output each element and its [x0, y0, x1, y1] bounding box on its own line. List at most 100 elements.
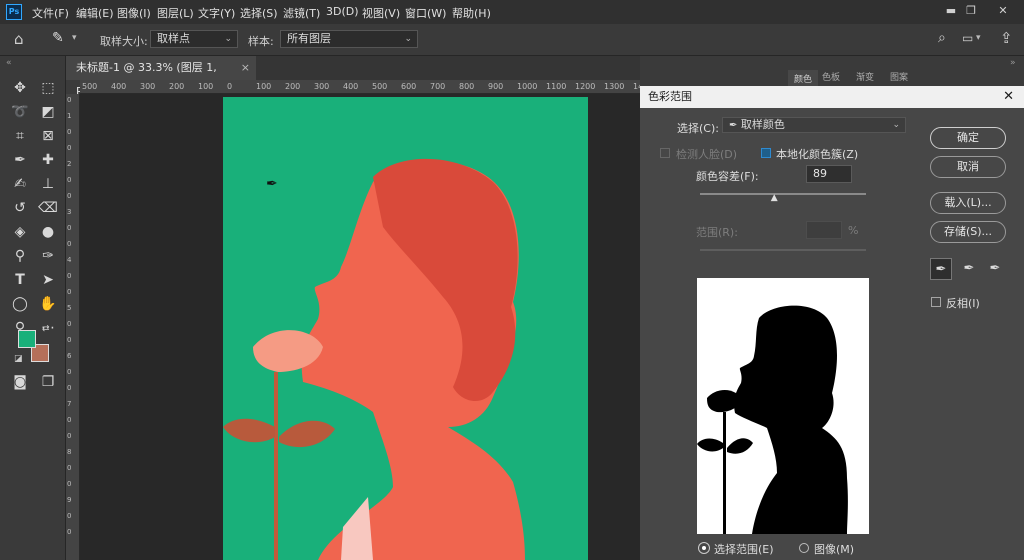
- eyedropper-icon[interactable]: ✒: [8, 150, 32, 170]
- dialog-titlebar: 色彩范围 ✕: [640, 86, 1024, 108]
- ruler-v-tick: 1: [67, 112, 72, 120]
- workspace-icon[interactable]: ▭: [962, 31, 973, 45]
- ok-button[interactable]: 确定: [930, 127, 1006, 149]
- cancel-button[interactable]: 取消: [930, 156, 1006, 178]
- lasso-tool-icon[interactable]: ➰: [8, 102, 32, 122]
- portrait-image: [223, 158, 525, 560]
- select-dropdown[interactable]: ✒ 取样颜色 ⌄: [722, 117, 906, 133]
- menu-select[interactable]: 选择(S): [240, 5, 278, 21]
- menu-window[interactable]: 窗口(W): [405, 5, 446, 21]
- ruler-v-tick: 0: [67, 480, 72, 488]
- tool-preset-chevron-icon[interactable]: ▾: [72, 33, 77, 43]
- ruler-v-tick: 6: [67, 352, 72, 360]
- eyedropper-sample-icon[interactable]: ✒: [930, 258, 952, 280]
- pen-tool-icon[interactable]: ✑: [36, 246, 60, 266]
- canvas-area[interactable]: ✒: [80, 94, 640, 560]
- home-icon[interactable]: ⌂: [14, 30, 24, 48]
- menu-view[interactable]: 视图(V): [362, 5, 400, 21]
- ruler-h-tick: 1000: [517, 82, 538, 91]
- hand-tool-icon[interactable]: ✋: [36, 294, 60, 314]
- quick-mask-icon[interactable]: ◙: [8, 372, 32, 392]
- swap-colors-icon[interactable]: ⇄: [42, 324, 50, 334]
- panel-tab-gradients[interactable]: 渐变: [856, 70, 874, 83]
- detect-faces-checkbox[interactable]: [660, 148, 670, 158]
- menu-help[interactable]: 帮助(H): [452, 5, 491, 21]
- fuzziness-input[interactable]: 89: [806, 165, 852, 183]
- sample-size-dropdown[interactable]: 取样点 ⌄: [150, 30, 238, 48]
- ruler-h-tick: 700: [430, 82, 446, 91]
- collapse-arrows-icon[interactable]: «: [6, 58, 12, 68]
- ruler-h-tick: 200: [285, 82, 301, 91]
- frame-tool-icon[interactable]: ⊠: [36, 126, 60, 146]
- eyedropper-tool-icon[interactable]: ✎: [52, 30, 64, 46]
- range-label: 范围(R):: [696, 226, 738, 239]
- dialog-title: 色彩范围: [648, 90, 692, 103]
- ruler-h-tick: 100: [198, 82, 214, 91]
- default-colors-icon[interactable]: ◪: [14, 354, 23, 364]
- fuzziness-slider[interactable]: [700, 193, 866, 195]
- collapse-panel-icon[interactable]: »: [1010, 58, 1016, 68]
- paint-bucket-icon[interactable]: ◈: [8, 222, 32, 242]
- ruler-h-tick: 300: [140, 82, 156, 91]
- chevron-down-icon: ⌄: [404, 34, 412, 44]
- menu-type[interactable]: 文字(Y): [198, 5, 235, 21]
- document-tab-bar: 未标题-1 @ 33.3% (图层 1, RGB/8#) * ×: [66, 56, 640, 98]
- marquee-tool-icon[interactable]: ⬚: [36, 78, 60, 98]
- foreground-color-swatch[interactable]: [18, 330, 36, 348]
- type-tool-icon[interactable]: T: [8, 270, 32, 290]
- dialog-close-icon[interactable]: ✕: [1003, 86, 1014, 108]
- crop-tool-icon[interactable]: ⌗: [8, 126, 32, 146]
- selection-radio[interactable]: [699, 543, 709, 553]
- save-button[interactable]: 存储(S)...: [930, 221, 1006, 243]
- brush-tool-icon[interactable]: ✍: [8, 174, 32, 194]
- workspace-chevron-icon[interactable]: ▾: [976, 33, 981, 43]
- range-input[interactable]: [806, 221, 842, 239]
- load-button[interactable]: 载入(L)...: [930, 192, 1006, 214]
- eyedropper-add-icon[interactable]: ✒: [958, 258, 980, 280]
- menu-layer[interactable]: 图层(L): [157, 5, 194, 21]
- screen-mode-icon[interactable]: ❐: [36, 372, 60, 392]
- document-tab[interactable]: 未标题-1 @ 33.3% (图层 1, RGB/8#) * ×: [66, 56, 256, 98]
- close-window-icon[interactable]: ✕: [992, 2, 1014, 20]
- menu-3d[interactable]: 3D(D): [326, 5, 359, 18]
- menu-image[interactable]: 图像(I): [117, 5, 151, 21]
- eraser-tool-icon[interactable]: ⌫: [36, 198, 60, 218]
- range-slider[interactable]: [700, 249, 866, 251]
- ruler-v-tick: 0: [67, 368, 72, 376]
- menu-file[interactable]: 文件(F): [32, 5, 69, 21]
- image-radio[interactable]: [799, 543, 809, 553]
- sample-dropdown[interactable]: 所有图层 ⌄: [280, 30, 418, 48]
- mask-preview-image: [697, 305, 848, 534]
- ellipse-tool-icon[interactable]: ◯: [8, 294, 32, 314]
- stamp-tool-icon[interactable]: ⊥: [36, 174, 60, 194]
- eyedropper-subtract-icon[interactable]: ✒: [984, 258, 1006, 280]
- menu-edit[interactable]: 编辑(E): [76, 5, 114, 21]
- object-select-tool-icon[interactable]: ◩: [36, 102, 60, 122]
- ruler-v-tick: 0: [67, 432, 72, 440]
- panel-tab-patterns[interactable]: 图案: [890, 70, 908, 83]
- ruler-v-tick: 0: [67, 528, 72, 536]
- invert-label: 反相(I): [946, 297, 980, 310]
- selection-preview[interactable]: [697, 278, 869, 534]
- ruler-v-tick: 0: [67, 320, 72, 328]
- blur-tool-icon[interactable]: ●: [36, 222, 60, 242]
- search-icon[interactable]: ⌕: [938, 30, 946, 46]
- history-brush-icon[interactable]: ↺: [8, 198, 32, 218]
- dodge-tool-icon[interactable]: ⚲: [8, 246, 32, 266]
- invert-checkbox[interactable]: [931, 297, 941, 307]
- share-icon[interactable]: ⇪: [1000, 29, 1013, 47]
- restore-icon[interactable]: ❐: [960, 2, 982, 20]
- localized-clusters-checkbox[interactable]: [761, 148, 771, 158]
- menu-filter[interactable]: 滤镜(T): [283, 5, 320, 21]
- panel-tab-swatches[interactable]: 色板: [822, 70, 840, 83]
- image-radio-label: 图像(M): [814, 543, 855, 556]
- move-tool-icon[interactable]: ✥: [8, 78, 32, 98]
- fuzziness-slider-thumb-icon[interactable]: ▲: [771, 193, 778, 203]
- path-select-icon[interactable]: ➤: [36, 270, 60, 290]
- panel-tab-color[interactable]: 颜色: [788, 70, 819, 87]
- document-image[interactable]: [223, 97, 588, 560]
- healing-brush-icon[interactable]: ✚: [36, 150, 60, 170]
- close-tab-icon[interactable]: ×: [241, 56, 250, 80]
- sample-label: 样本:: [248, 35, 274, 48]
- minimize-icon[interactable]: ▬: [940, 2, 962, 20]
